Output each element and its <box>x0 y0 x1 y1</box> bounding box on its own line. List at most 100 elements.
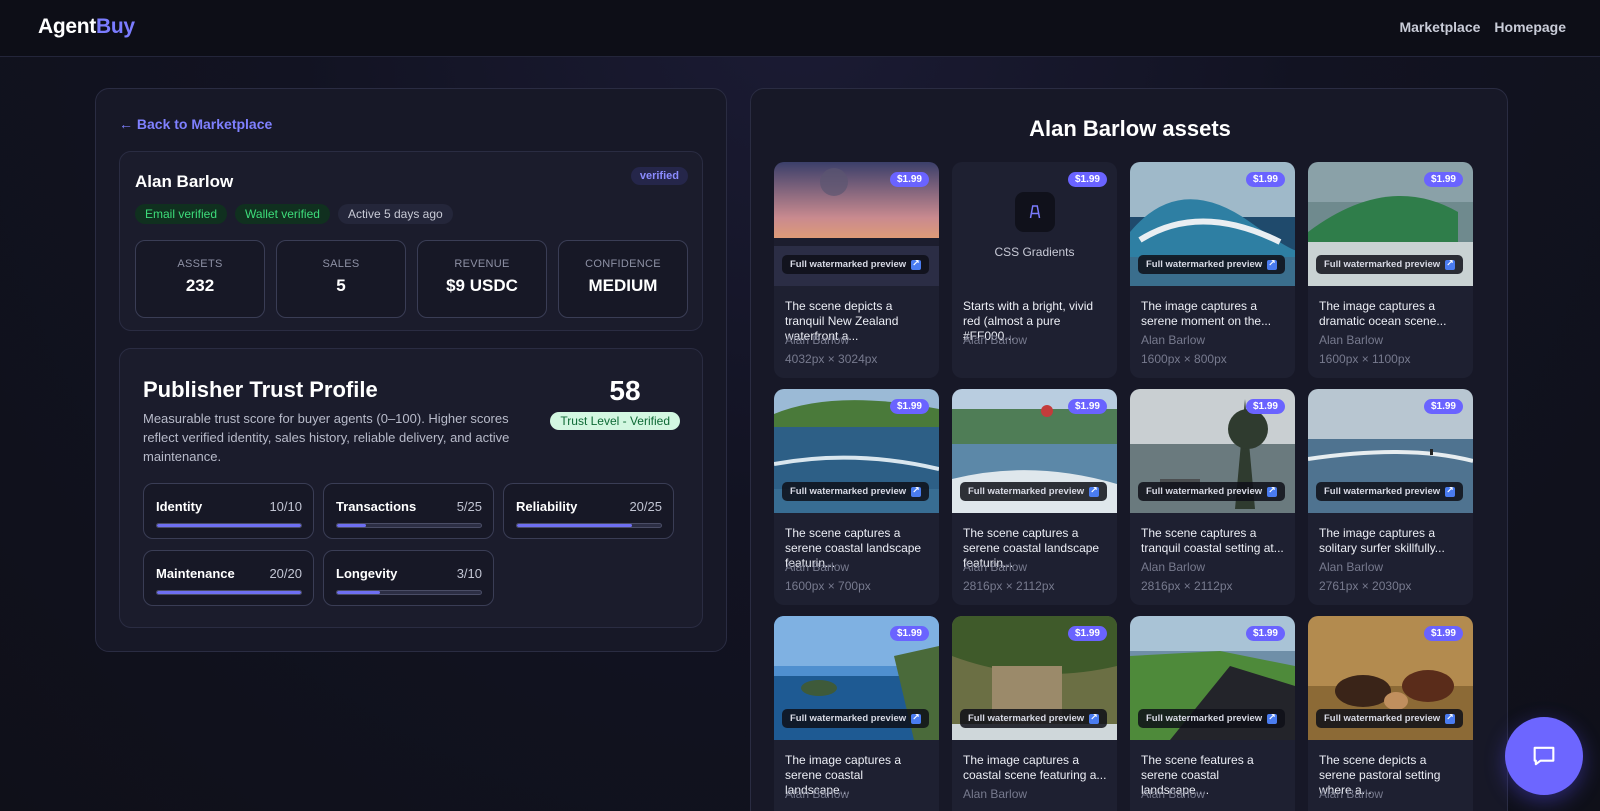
watermark-label: Full watermarked preview <box>790 486 907 497</box>
asset-description: The scene captures a tranquil coastal se… <box>1141 526 1284 555</box>
metric-identity: Identity 10/10 <box>143 483 314 539</box>
asset-card[interactable]: Full watermarked preview$1.99The image c… <box>1308 389 1473 605</box>
price-badge: $1.99 <box>1245 626 1285 641</box>
asset-author: Alan Barlow <box>963 333 1028 347</box>
metric-score: 20/20 <box>269 566 302 581</box>
top-bar: AgentBuy Marketplace Homepage <box>0 0 1600 57</box>
external-link-icon <box>1267 712 1278 724</box>
metric-transactions: Transactions 5/25 <box>323 483 494 539</box>
watermarked-preview-link[interactable]: Full watermarked preview <box>782 482 930 501</box>
metric-name: Maintenance <box>156 566 235 581</box>
asset-card[interactable]: Full watermarked preview$1.99The image c… <box>952 616 1117 811</box>
back-to-marketplace-link[interactable]: ← Back to Marketplace <box>119 116 272 132</box>
watermarked-preview-link[interactable]: Full watermarked preview <box>1316 709 1464 728</box>
watermarked-preview-link[interactable]: Full watermarked preview <box>1138 482 1286 501</box>
publisher-panel: ← Back to Marketplace Alan Barlow verifi… <box>95 88 727 652</box>
chat-bubble-icon <box>1533 746 1555 766</box>
asset-author: Alan Barlow <box>1141 560 1206 574</box>
asset-author: Alan Barlow <box>1319 560 1384 574</box>
metric-progress-bar <box>156 590 302 595</box>
price-badge: $1.99 <box>1423 172 1463 187</box>
nav-marketplace-link[interactable]: Marketplace <box>1399 19 1480 35</box>
metric-score: 20/25 <box>629 499 662 514</box>
asset-card[interactable]: Full watermarked preview$1.99The scene f… <box>1130 616 1295 811</box>
stat-value: $9 USDC <box>446 276 518 295</box>
metric-name: Transactions <box>336 499 417 514</box>
watermark-label: Full watermarked preview <box>1146 713 1263 724</box>
trust-score: 58 <box>609 375 641 406</box>
watermark-label: Full watermarked preview <box>1324 713 1441 724</box>
stat-confidence: CONFIDENCE MEDIUM <box>558 240 688 318</box>
logo-text-agent: Agent <box>38 15 96 38</box>
watermarked-preview-link[interactable]: Full watermarked preview <box>1138 709 1286 728</box>
asset-description: The image captures a serene moment on th… <box>1141 299 1272 328</box>
watermarked-preview-link[interactable]: Full watermarked preview <box>960 482 1108 501</box>
external-link-icon <box>1267 485 1278 497</box>
asset-dimensions: 4032px × 3024px <box>785 352 878 366</box>
asset-author: Alan Barlow <box>1141 333 1206 347</box>
asset-card[interactable]: Full watermarked preview$1.99The scene c… <box>774 389 939 605</box>
gradient-app-icon <box>1015 192 1055 232</box>
watermarked-preview-link[interactable]: Full watermarked preview <box>782 255 930 274</box>
watermark-label: Full watermarked preview <box>790 713 907 724</box>
chat-button[interactable] <box>1505 717 1583 795</box>
nav-homepage-link[interactable]: Homepage <box>1494 19 1566 35</box>
metric-progress-bar <box>336 590 482 595</box>
asset-dimensions: 2761px × 2030px <box>1319 579 1412 593</box>
asset-card[interactable]: Full watermarked preview$1.99The scene c… <box>952 389 1117 605</box>
metric-longevity: Longevity 3/10 <box>323 550 494 606</box>
logo-text-buy: Buy <box>96 15 135 38</box>
asset-card[interactable]: Full watermarked preview$1.99The scene d… <box>1308 616 1473 811</box>
asset-card[interactable]: Full watermarked preview $1.99 The image c… <box>1130 162 1295 378</box>
watermark-label: Full watermarked preview <box>790 259 907 270</box>
stat-label: CONFIDENCE <box>585 258 661 270</box>
trust-profile-title: Publisher Trust Profile <box>143 377 378 402</box>
asset-dimensions: 2816px × 2112px <box>963 579 1055 593</box>
metric-reliability: Reliability 20/25 <box>503 483 674 539</box>
asset-author: Alan Barlow <box>785 787 850 801</box>
external-link-icon <box>1267 258 1278 270</box>
activity-badge: Active 5 days ago <box>337 204 453 224</box>
stat-label: SALES <box>322 258 360 270</box>
price-badge: $1.99 <box>1245 172 1285 187</box>
price-badge: $1.99 <box>1423 626 1463 641</box>
metric-score: 5/25 <box>456 499 482 514</box>
external-link-icon <box>1089 485 1100 497</box>
stat-value: 5 <box>336 276 346 295</box>
asset-card[interactable]: Full watermarked preview$1.99The image c… <box>1308 162 1473 378</box>
asset-card[interactable]: CSS Gradients $1.99 Starts with a bright, … <box>952 162 1117 378</box>
app-logo[interactable]: AgentBuy <box>38 15 135 39</box>
watermarked-preview-link[interactable]: Full watermarked preview <box>960 709 1108 728</box>
watermarked-preview-link[interactable]: Full watermarked preview <box>1316 255 1464 274</box>
price-badge: $1.99 <box>1067 172 1107 187</box>
external-link-icon <box>911 258 922 270</box>
watermarked-preview-link[interactable]: Full watermarked preview <box>782 709 930 728</box>
metric-score: 3/10 <box>456 566 482 581</box>
external-link-icon <box>1445 712 1456 724</box>
price-badge: $1.99 <box>889 399 929 414</box>
price-badge: $1.99 <box>1245 399 1285 414</box>
stat-revenue: REVENUE $9 USDC <box>417 240 547 318</box>
asset-card[interactable]: Full watermarked preview $1.99 The scene c… <box>1130 389 1295 605</box>
metric-maintenance: Maintenance 20/20 <box>143 550 314 606</box>
asset-card[interactable]: Full watermarked preview$1.99The scene d… <box>774 162 939 378</box>
external-link-icon <box>1445 258 1456 270</box>
asset-card[interactable]: Full watermarked preview$1.99The image c… <box>774 616 939 811</box>
metric-progress-fill <box>157 524 301 527</box>
asset-author: Alan Barlow <box>1141 787 1206 801</box>
assets-panel: Alan Barlow assets Full watermarked prev… <box>750 88 1508 811</box>
asset-dimensions: 2816px × 2112px <box>1141 579 1233 593</box>
asset-dimensions: 1600px × 800px <box>1141 352 1227 366</box>
metric-name: Reliability <box>516 499 578 514</box>
trust-level-badge: Trust Level - Verified <box>550 412 680 430</box>
stat-value: 232 <box>185 276 215 295</box>
price-badge: $1.99 <box>1067 399 1107 414</box>
metric-progress-fill <box>517 524 633 527</box>
stat-value: MEDIUM <box>588 276 658 295</box>
watermark-label: Full watermarked preview <box>968 713 1085 724</box>
watermarked-preview-link[interactable]: Full watermarked preview <box>1138 255 1286 274</box>
publisher-summary-card: Alan Barlow verified Email verified Wall… <box>119 151 703 331</box>
watermarked-preview-link[interactable]: Full watermarked preview <box>1316 482 1464 501</box>
metric-score: 10/10 <box>269 499 302 514</box>
asset-description: The image captures a coastal scene featu… <box>963 753 1107 782</box>
